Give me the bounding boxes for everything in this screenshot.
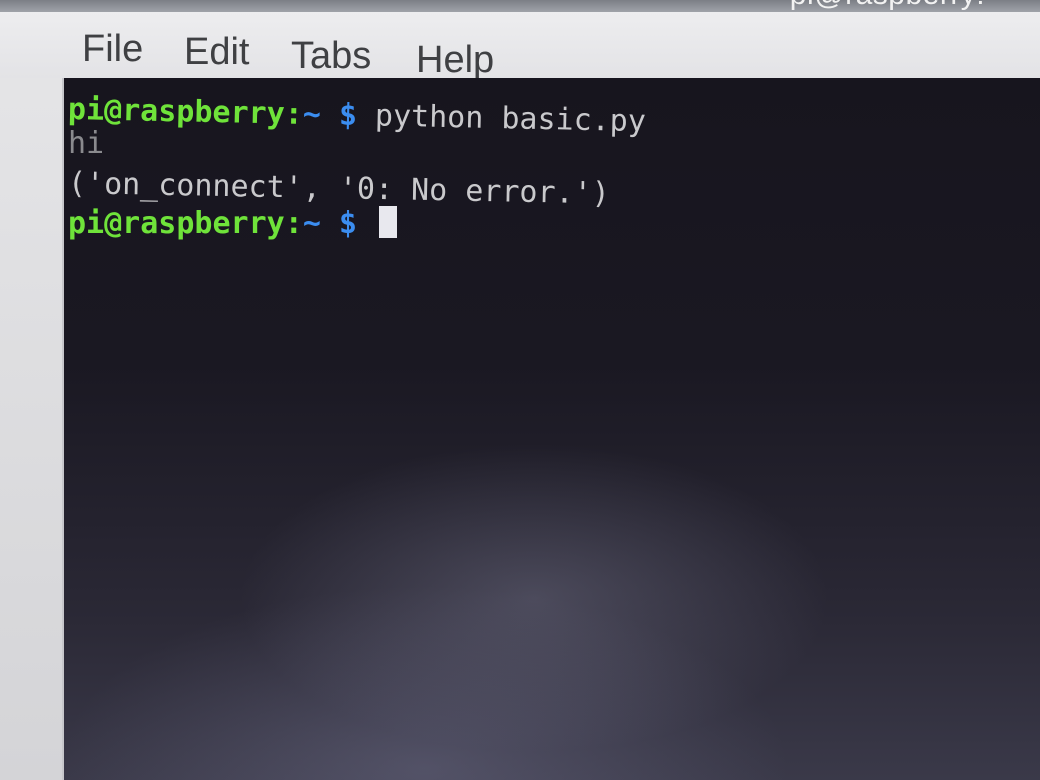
prompt-symbol: $ (320, 206, 376, 241)
text-cursor (379, 206, 398, 238)
prompt-symbol: $ (320, 97, 376, 134)
prompt-user-host: pi@raspberry (68, 206, 285, 241)
menu-tabs[interactable]: Tabs (291, 35, 371, 78)
menu-edit[interactable]: Edit (184, 31, 249, 74)
window-title: pi@raspberry: ~ (790, 0, 1012, 12)
terminal-output-line: hi (68, 126, 105, 161)
command-text: python basic.py (374, 98, 647, 140)
prompt-colon: : (284, 96, 304, 132)
menu-file[interactable]: File (82, 28, 143, 71)
menubar: File Edit Tabs Help (0, 12, 1040, 81)
prompt-path: ~ (302, 96, 322, 133)
prompt-colon: : (284, 206, 303, 241)
screen: pi@raspberry: ~ File Edit Tabs Help pi@r… (0, 0, 1040, 780)
window-titlebar[interactable]: pi@raspberry: ~ (0, 0, 1040, 12)
terminal-line-command: pi@raspberry:~ $ python basic.py (68, 92, 647, 140)
terminal-area[interactable]: pi@raspberry:~ $ python basic.py hi ('on… (62, 78, 1040, 780)
menu-help[interactable]: Help (416, 39, 494, 82)
terminal-line-current[interactable]: pi@raspberry:~ $ (68, 206, 398, 242)
prompt-path: ~ (302, 206, 321, 241)
